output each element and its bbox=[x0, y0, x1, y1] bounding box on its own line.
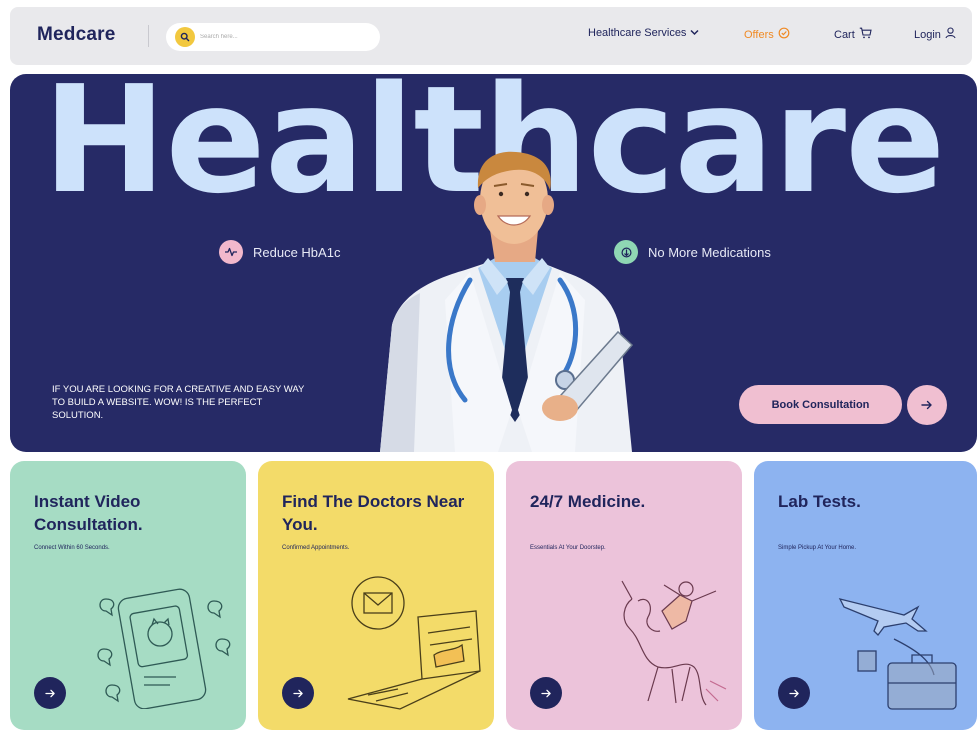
nav-services-label: Healthcare Services bbox=[588, 27, 687, 39]
arrow-right-icon[interactable] bbox=[530, 677, 562, 709]
cart-icon bbox=[859, 27, 872, 42]
feature-label: No More Medications bbox=[648, 244, 771, 260]
hero-banner: Healthcare Reduce HbA1c No More Medicati… bbox=[10, 74, 977, 452]
arrow-right-icon[interactable] bbox=[778, 677, 810, 709]
phone-chat-illustration bbox=[97, 588, 231, 709]
card-subtitle: Simple Pickup At Your Home. bbox=[778, 545, 857, 551]
nav-login-label: Login bbox=[914, 28, 941, 41]
plane-suitcase-illustration bbox=[838, 598, 957, 710]
pulse-icon bbox=[219, 240, 243, 264]
nav-offers-label: Offers bbox=[744, 28, 774, 41]
search-icon[interactable] bbox=[175, 27, 195, 47]
arrow-right-icon[interactable] bbox=[34, 677, 66, 709]
search-input[interactable] bbox=[200, 28, 370, 46]
card-title: Find The Doctors Near You. bbox=[282, 492, 465, 534]
nav-divider bbox=[148, 25, 149, 47]
nav-cart[interactable]: Cart bbox=[834, 27, 872, 42]
nav-login[interactable]: Login bbox=[914, 27, 956, 42]
search-bar bbox=[166, 23, 380, 51]
card-video-consultation[interactable]: Instant Video Consultation. Connect With… bbox=[10, 461, 246, 730]
card-find-doctors[interactable]: Find The Doctors Near You. Confirmed App… bbox=[258, 461, 494, 730]
card-title: Instant Video Consultation. bbox=[34, 492, 143, 534]
logo[interactable]: Medcare bbox=[37, 24, 116, 46]
doctor-image bbox=[380, 151, 634, 452]
chevron-down-icon bbox=[690, 27, 699, 39]
laptop-mail-illustration bbox=[347, 576, 481, 710]
nav-healthcare-services[interactable]: Healthcare Services bbox=[588, 27, 699, 39]
arrow-right-icon[interactable] bbox=[907, 385, 947, 425]
card-lab-tests[interactable]: Lab Tests. Simple Pickup At Your Home. bbox=[754, 461, 977, 730]
nav-cart-label: Cart bbox=[834, 28, 855, 41]
page: Medcare Healthcare Services Offers Cart bbox=[0, 0, 977, 730]
offer-badge-icon bbox=[778, 27, 790, 42]
top-navbar: Medcare Healthcare Services Offers Cart bbox=[10, 7, 972, 65]
user-icon bbox=[945, 27, 956, 42]
arrow-right-icon[interactable] bbox=[282, 677, 314, 709]
card-subtitle: Essentials At Your Doorstep. bbox=[530, 545, 606, 551]
hero-description: IF YOU ARE LOOKING FOR A CREATIVE AND EA… bbox=[52, 384, 305, 421]
card-title: Lab Tests. bbox=[778, 492, 861, 511]
feature-reduce-hba1c: Reduce HbA1c bbox=[219, 240, 340, 264]
card-title: 24/7 Medicine. bbox=[530, 492, 646, 511]
unicorn-rider-illustration bbox=[621, 580, 727, 706]
book-consultation-button[interactable]: Book Consultation bbox=[739, 385, 902, 424]
card-subtitle: Connect Within 60 Seconds. bbox=[34, 545, 110, 551]
nav-offers[interactable]: Offers bbox=[744, 27, 790, 42]
card-24-7-medicine[interactable]: 24/7 Medicine. Essentials At Your Doorst… bbox=[506, 461, 742, 730]
feature-label: Reduce HbA1c bbox=[253, 244, 341, 260]
card-subtitle: Confirmed Appointments. bbox=[282, 545, 350, 551]
